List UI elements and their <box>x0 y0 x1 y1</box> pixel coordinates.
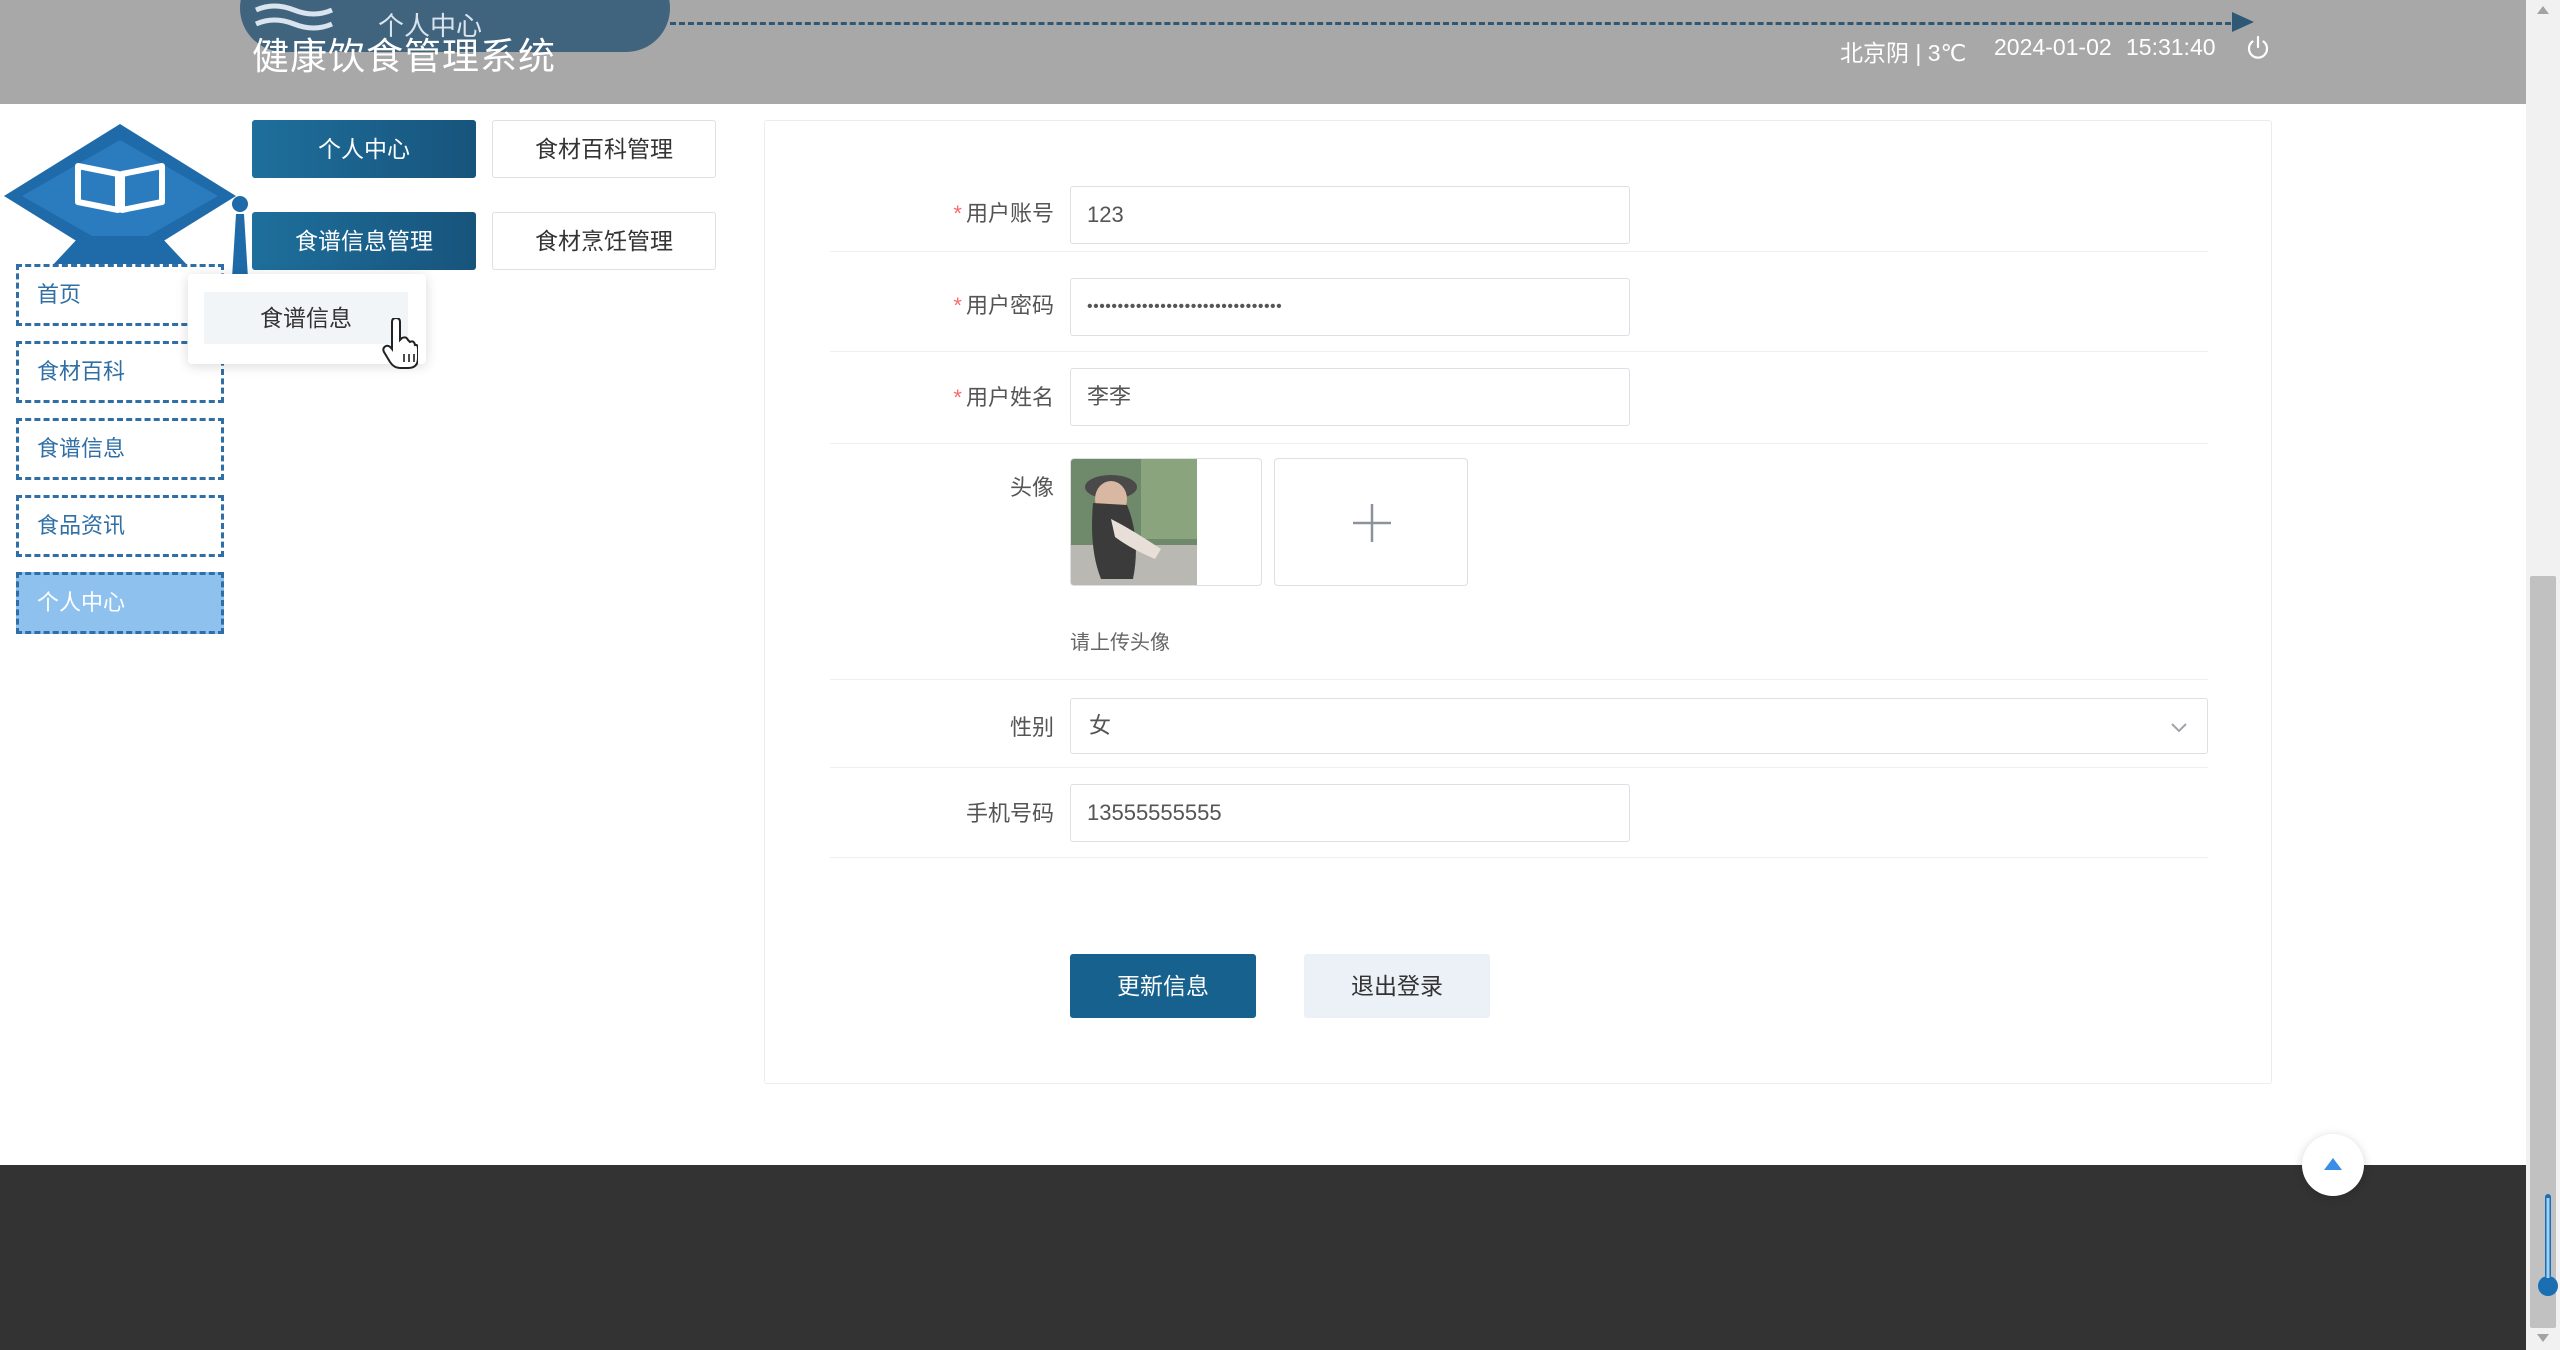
avatar-preview[interactable] <box>1070 458 1262 586</box>
power-icon[interactable] <box>2244 34 2272 62</box>
name-input[interactable]: 李李 <box>1070 368 1630 426</box>
thermometer-icon <box>2538 1194 2558 1296</box>
weather-text: 北京阴 | 3℃ <box>1840 40 1967 66</box>
required-mark: * <box>953 201 962 226</box>
personal-center-button[interactable]: 个人中心 <box>252 120 476 178</box>
name-label: * 用户姓名 <box>830 380 1054 412</box>
popup-item-recipe-info[interactable]: 食谱信息 <box>204 292 408 344</box>
top-header: 个人中心 健康饮食管理系统 北京阴 | 3℃ 2024-01-02 15:31:… <box>0 0 2526 104</box>
avatar-label: 头像 <box>1009 475 1054 500</box>
chevron-down-icon <box>2171 723 2187 733</box>
date-text: 2024-01-02 <box>1994 34 2112 60</box>
avatar-upload-button[interactable] <box>1274 458 1468 586</box>
caret-up-icon <box>2324 1158 2342 1170</box>
back-to-top-button[interactable] <box>2302 1134 2364 1196</box>
side-nav-item-personal-center[interactable]: 个人中心 <box>16 572 224 634</box>
required-mark: * <box>953 385 962 410</box>
required-mark: * <box>953 293 962 318</box>
account-label: * 用户账号 <box>830 196 1054 228</box>
password-label: * 用户密码 <box>830 288 1054 320</box>
gender-label: 性别 <box>1009 715 1054 740</box>
avatar-row: 头像 <box>830 444 2208 680</box>
footer <box>0 1165 2526 1350</box>
arrow-right-icon <box>2232 12 2254 32</box>
name-label-text: 用户姓名 <box>965 385 1054 410</box>
password-label-text: 用户密码 <box>965 293 1054 318</box>
ingredient-cooking-management-button[interactable]: 食材烹饪管理 <box>492 212 716 270</box>
phone-label: 手机号码 <box>965 801 1054 826</box>
recipe-info-management-button[interactable]: 食谱信息管理 <box>252 212 476 270</box>
page-scrollbar[interactable] <box>2526 0 2560 1350</box>
side-nav-item-food-news[interactable]: 食品资讯 <box>16 495 224 557</box>
update-info-button[interactable]: 更新信息 <box>1070 954 1256 1018</box>
hand-cursor-icon <box>382 318 418 369</box>
side-nav-item-recipe-info[interactable]: 食谱信息 <box>16 418 224 480</box>
time-text: 15:31:40 <box>2126 34 2216 60</box>
logout-button[interactable]: 退出登录 <box>1304 954 1490 1018</box>
app-title: 健康饮食管理系统 <box>252 36 556 77</box>
avatar <box>1071 459 1197 585</box>
header-dashed-line <box>670 22 2240 25</box>
password-input[interactable]: •••••••••••••••••••••••••••••••• <box>1070 278 1630 336</box>
account-label-text: 用户账号 <box>965 201 1054 226</box>
account-input[interactable]: 123 <box>1070 186 1630 244</box>
ingredient-wiki-management-button[interactable]: 食材百科管理 <box>492 120 716 178</box>
phone-input[interactable]: 13555555555 <box>1070 784 1630 842</box>
plus-icon <box>1353 504 1391 542</box>
gender-select[interactable]: 女 <box>1070 698 2208 754</box>
avatar-hint: 请上传头像 <box>1070 632 1170 654</box>
gender-select-value: 女 <box>1089 713 1112 738</box>
scroll-up-arrow-icon[interactable] <box>2537 6 2549 14</box>
scroll-down-arrow-icon[interactable] <box>2537 1334 2549 1342</box>
